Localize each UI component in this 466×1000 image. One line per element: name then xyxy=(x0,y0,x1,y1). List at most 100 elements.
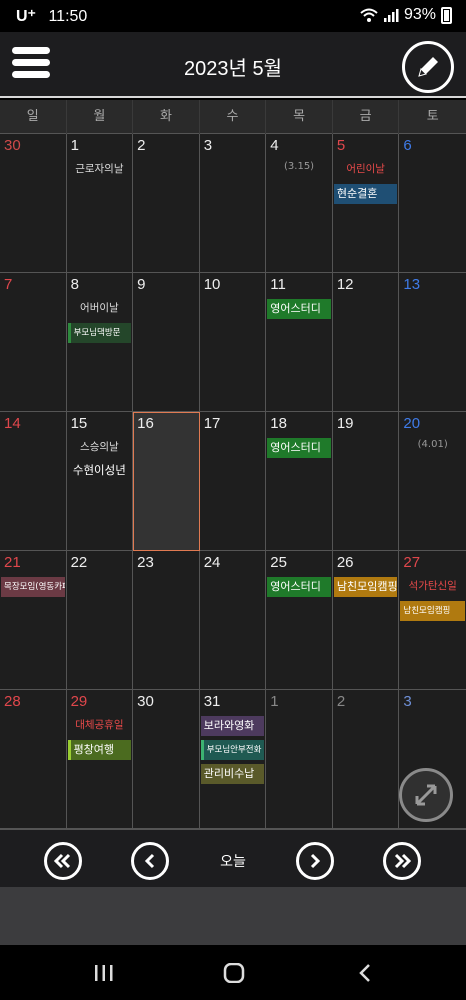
event-chip[interactable]: 남친모임캠핑 xyxy=(400,601,465,621)
carrier-label: U⁺ xyxy=(16,8,36,25)
day-cell[interactable]: 29 대체공휴일평창여행 xyxy=(66,690,134,829)
day-cell[interactable]: 18 영어스터디 xyxy=(266,412,333,551)
day-cell[interactable]: 19 xyxy=(332,412,400,551)
day-cell[interactable]: 10 xyxy=(199,273,267,412)
day-cell[interactable]: 24 xyxy=(199,551,267,690)
back-icon[interactable] xyxy=(356,963,376,983)
day-number: 2 xyxy=(137,137,146,154)
double-chevron-right-icon xyxy=(394,853,412,869)
day-cell[interactable]: 13 xyxy=(399,273,466,412)
day-cell[interactable]: 22 xyxy=(66,551,134,690)
day-number: 27 xyxy=(403,554,421,571)
month-title: 2023년 5월 xyxy=(184,58,282,80)
signal-icon xyxy=(383,9,399,22)
day-number: 7 xyxy=(4,276,13,293)
system-nav-bar xyxy=(0,945,466,1000)
holiday-label: 어린이날 xyxy=(346,163,385,175)
event-chip[interactable]: 영어스터디 xyxy=(267,577,331,597)
day-cell[interactable]: 14 xyxy=(0,412,67,551)
day-cell[interactable]: 17 xyxy=(199,412,267,551)
day-number: 23 xyxy=(137,554,154,571)
day-cell[interactable]: 20 (4.01) xyxy=(399,412,466,551)
next-month-button[interactable] xyxy=(296,842,334,880)
day-number: 16 xyxy=(137,415,154,432)
day-number: 20 xyxy=(403,415,421,432)
day-cell[interactable]: 6 xyxy=(399,134,466,273)
day-cell[interactable]: 28 xyxy=(0,690,67,829)
day-number: 29 xyxy=(70,693,88,710)
status-right: 93% xyxy=(360,6,452,24)
day-cell[interactable]: 4 (3.15) xyxy=(266,134,333,273)
home-icon[interactable] xyxy=(223,963,245,983)
day-cell[interactable]: 15 스승의날 수현이성년 xyxy=(66,412,134,551)
day-number: 25 xyxy=(270,554,287,571)
day-number: 8 xyxy=(70,276,79,293)
event-chip[interactable]: 부모님안부전화 xyxy=(200,740,265,760)
event-chip[interactable]: 평창여행 xyxy=(67,740,132,760)
weekday-label: 수 xyxy=(200,100,267,134)
event-chip[interactable]: 관리비수납 xyxy=(200,764,265,784)
day-number: 18 xyxy=(270,415,287,432)
event-chip[interactable]: 영어스터디 xyxy=(267,438,331,458)
weekday-label: 일 xyxy=(0,100,67,134)
day-cell[interactable]: 30 xyxy=(0,134,67,273)
lunar-date: (3.15) xyxy=(284,161,315,172)
weekday-header: 일 월 화 수 목 금 토 xyxy=(0,100,466,134)
event-chip[interactable]: 남친모임캠핑 xyxy=(333,577,398,597)
day-cell[interactable]: 27 석가탄신일 남친모임캠핑 xyxy=(399,551,466,690)
battery-icon xyxy=(441,6,452,24)
day-note: 근로자의날 xyxy=(75,163,124,175)
weekday-label: 목 xyxy=(266,100,333,134)
expand-icon xyxy=(415,784,437,806)
day-cell[interactable]: 23 xyxy=(133,551,200,690)
day-cell[interactable]: 8 어버이날 부모님댁방문 xyxy=(66,273,134,412)
day-number: 30 xyxy=(4,137,21,154)
day-cell[interactable]: 12 xyxy=(332,273,400,412)
day-number: 14 xyxy=(4,415,21,432)
day-cell[interactable]: 21 목장모임(영동카페) xyxy=(0,551,67,690)
next-year-button[interactable] xyxy=(383,842,421,880)
day-cell[interactable]: 31 보라와영화 부모님안부전화 관리비수납 xyxy=(199,690,267,829)
event-chip[interactable]: 현순결혼 xyxy=(333,184,398,204)
day-number: 10 xyxy=(203,276,221,293)
calendar-grid: 30 1 근로자의날 2 3 4 (3.15) 5 어린이날 현순결혼 6 7 8 어버이날 부모님댁방문 9… xyxy=(0,134,466,829)
weekday-label: 화 xyxy=(133,100,200,134)
day-cell[interactable]: 3 xyxy=(199,134,267,273)
event-chip[interactable]: 부모님댁방문 xyxy=(67,323,132,343)
day-number: 3 xyxy=(403,693,412,710)
day-cell[interactable]: 7 xyxy=(0,273,67,412)
day-number: 15 xyxy=(70,415,88,432)
chevron-right-icon xyxy=(310,853,321,869)
weekday-label: 월 xyxy=(67,100,134,134)
day-number: 2 xyxy=(336,693,346,710)
event-chip[interactable]: 영어스터디 xyxy=(267,299,331,319)
edit-button[interactable] xyxy=(402,41,454,93)
day-number: 24 xyxy=(203,554,221,571)
holiday-label: 대체공휴일 xyxy=(75,719,124,731)
day-cell[interactable]: 2 xyxy=(332,690,400,829)
recent-apps-icon[interactable] xyxy=(93,963,115,983)
lunar-date: (4.01) xyxy=(417,439,448,450)
battery-percent: 93% xyxy=(403,6,436,23)
status-left: U⁺ 11:50 xyxy=(16,6,87,26)
day-cell[interactable]: 1 xyxy=(266,690,333,829)
weekday-label: 금 xyxy=(333,100,400,134)
day-cell[interactable]: 9 xyxy=(133,273,200,412)
day-cell[interactable]: 2 xyxy=(133,134,200,273)
day-cell[interactable]: 16 xyxy=(133,412,200,551)
day-cell[interactable]: 11 영어스터디 xyxy=(266,273,333,412)
event-chip[interactable]: 보라와영화 xyxy=(200,716,265,736)
day-number: 11 xyxy=(270,276,286,293)
day-cell[interactable]: 5 어린이날 현순결혼 xyxy=(332,134,400,273)
day-cell[interactable]: 30 xyxy=(133,690,200,829)
day-cell[interactable]: 25 영어스터디 xyxy=(266,551,333,690)
day-number: 12 xyxy=(336,276,354,293)
day-number: 21 xyxy=(4,554,21,571)
day-number: 1 xyxy=(70,137,79,154)
event-chip[interactable]: 목장모임(영동카페) xyxy=(1,577,65,597)
day-cell[interactable]: 1 근로자의날 xyxy=(66,134,134,273)
expand-button[interactable] xyxy=(399,768,453,822)
day-number: 26 xyxy=(336,554,354,571)
day-cell[interactable]: 26 남친모임캠핑 xyxy=(332,551,400,690)
day-number: 9 xyxy=(137,276,146,293)
